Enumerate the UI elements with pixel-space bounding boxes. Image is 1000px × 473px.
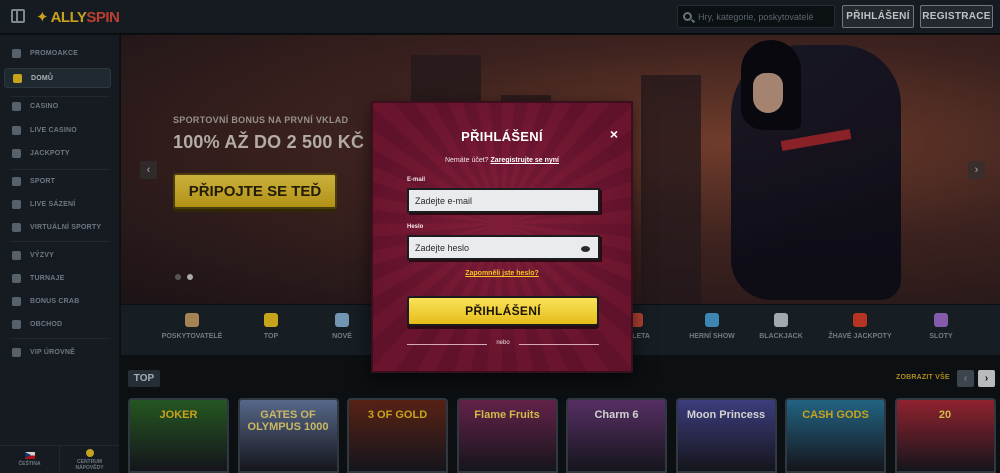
login-submit-button[interactable]: PŘIHLÁŠENÍ xyxy=(407,296,599,326)
register-now-link[interactable]: Zaregistrujte se nyní xyxy=(491,157,559,164)
password-field-box[interactable] xyxy=(407,235,600,260)
close-icon[interactable]: × xyxy=(607,127,621,141)
or-divider: nebo xyxy=(407,340,599,348)
password-label: Heslo xyxy=(407,224,424,230)
show-password-eye-icon[interactable] xyxy=(581,246,590,252)
password-field[interactable] xyxy=(415,242,575,253)
forgot-password-link[interactable]: Zapomněli jste heslo? xyxy=(373,270,631,277)
email-label: E-mail xyxy=(407,177,426,183)
login-modal: PŘIHLÁŠENÍ × Nemáte účet? Zaregistrujte … xyxy=(371,101,633,373)
or-label: nebo xyxy=(496,340,510,346)
app-root: ✦ ALLY SPIN PŘIHLÁŠENÍ REGISTRACE PROMOA… xyxy=(0,0,1000,473)
email-field-box[interactable] xyxy=(407,188,600,213)
email-field[interactable] xyxy=(415,195,575,206)
login-modal-title: PŘIHLÁŠENÍ xyxy=(461,129,543,144)
no-account-text: Nemáte účet? xyxy=(444,157,489,164)
no-account-line: Nemáte účet? Zaregistrujte se nyní xyxy=(373,157,631,164)
